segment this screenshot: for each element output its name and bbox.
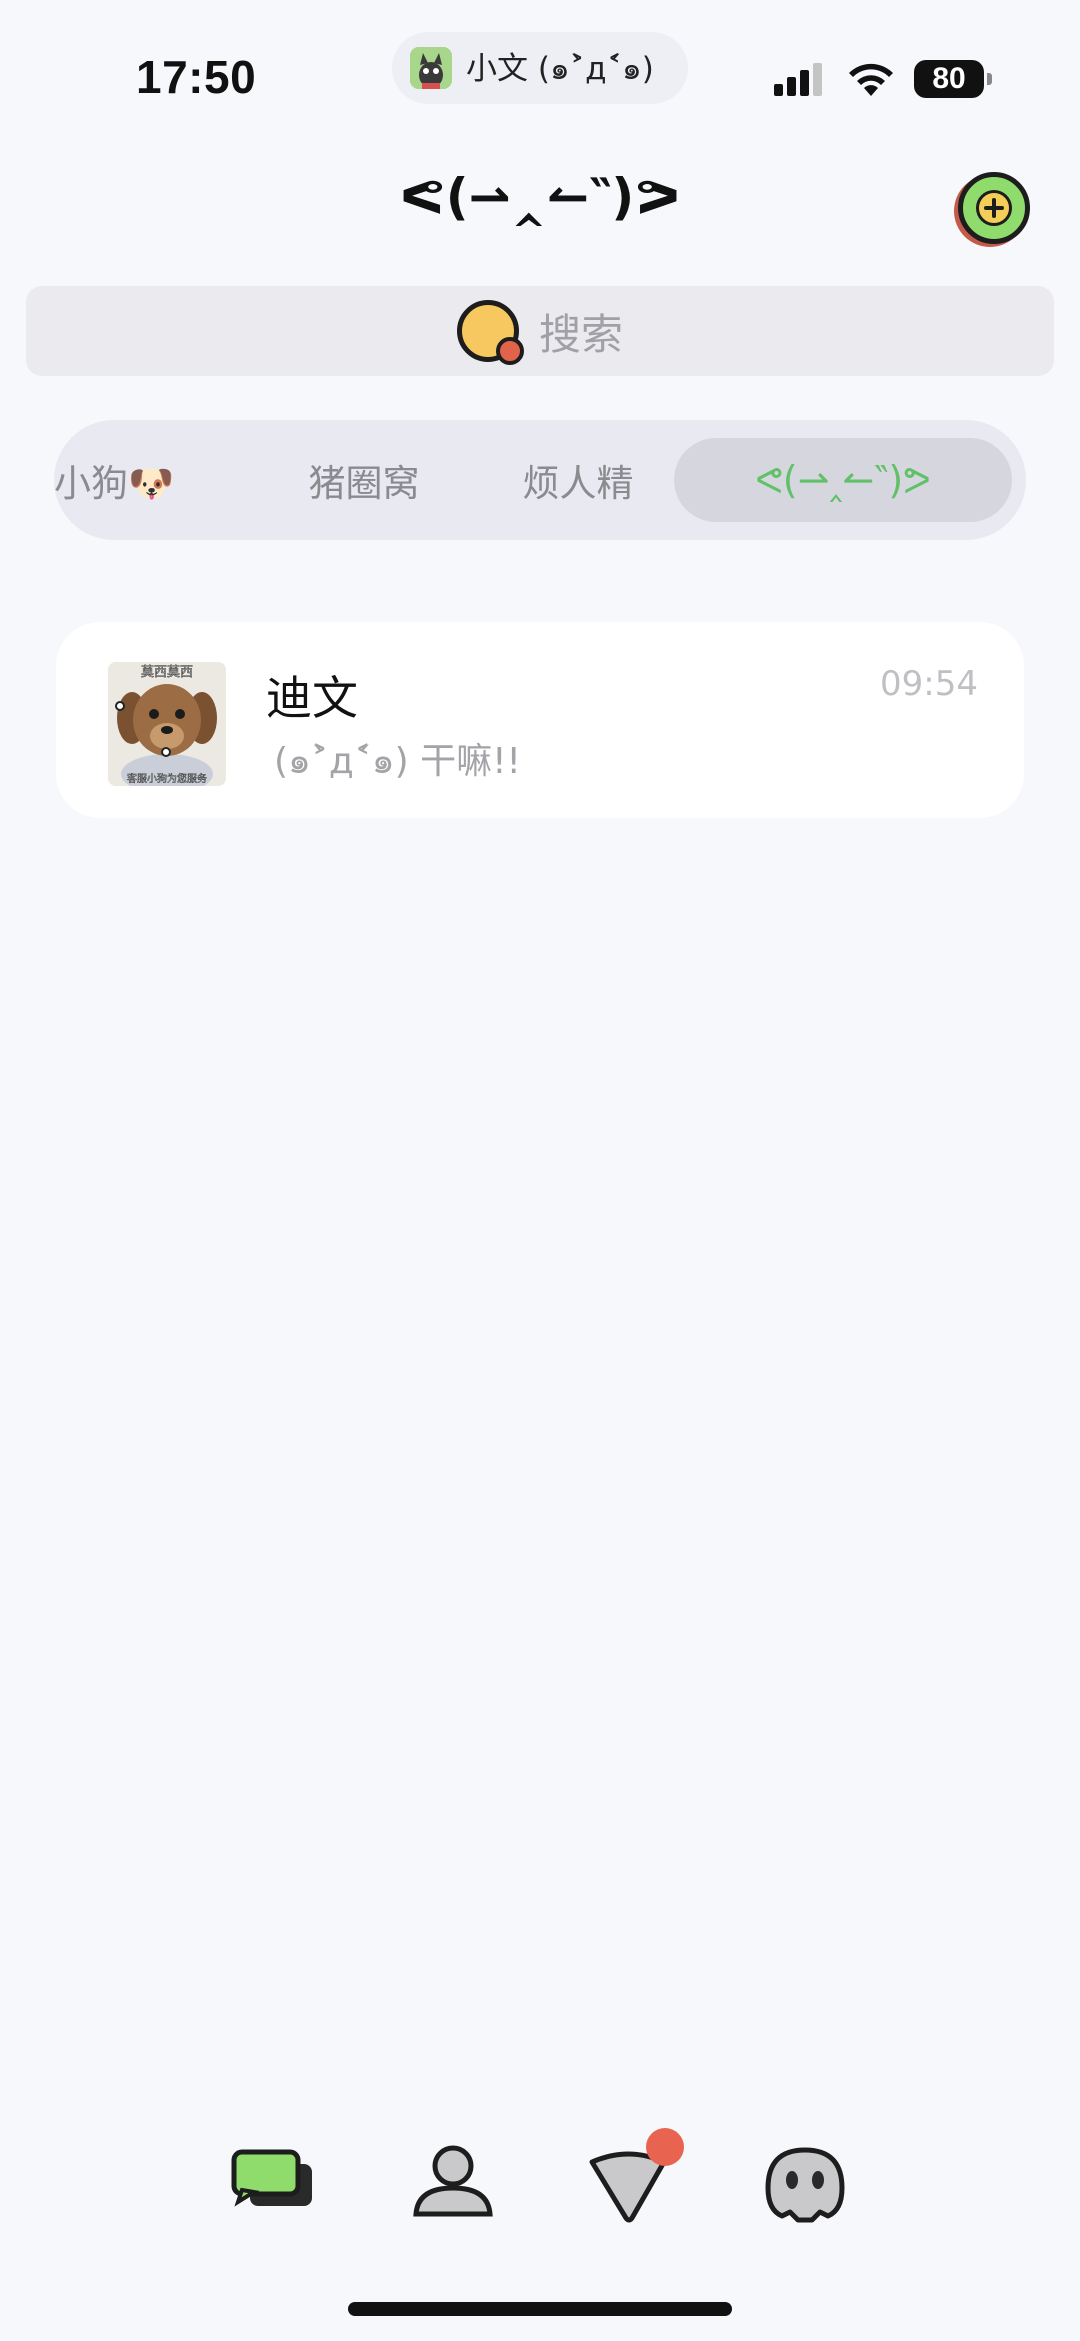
- me-icon: [765, 2147, 845, 2223]
- chat-list-item[interactable]: 莫西莫西 客服小狗为您服务 迪文 (๑˃̀д˂́๑) 干嘛!! 09:54: [56, 622, 1024, 818]
- wifi-icon: [849, 63, 893, 96]
- tab-annoying[interactable]: 烦人精: [478, 420, 678, 540]
- search-placeholder: 搜索: [538, 309, 623, 359]
- chat-preview: (๑˃̀д˂́๑) 干嘛!!: [274, 741, 521, 782]
- battery-indicator: 80: [914, 60, 992, 98]
- home-indicator[interactable]: [348, 2302, 732, 2316]
- page-title: ᕙ(⇀‸↼‶)ᕗ: [399, 168, 681, 226]
- group-tab-bar: 小狗🐶 猪圈窝 烦人精 ᕙ(⇀‸↼‶)ᕗ: [54, 420, 1026, 540]
- notification-badge: [646, 2128, 684, 2166]
- tab-puppy[interactable]: 小狗🐶: [54, 420, 194, 540]
- avatar: 莫西莫西 客服小狗为您服务: [108, 662, 226, 786]
- dynamic-island[interactable]: 小文 (๑˃̀д˂́๑): [392, 32, 688, 104]
- chat-list-screen: 17:50 小文 (๑˃̀д˂́๑) 80 ᕙ(⇀‸↼‶)ᕗ 搜索 小狗🐶 猪圈…: [0, 0, 1080, 2341]
- island-avatar: [410, 47, 452, 89]
- bottom-nav: [0, 2128, 1080, 2260]
- chat-time: 09:54: [880, 664, 978, 704]
- tab-pig-pen[interactable]: 猪圈窝: [264, 420, 464, 540]
- tab-kaomoji-active[interactable]: ᕙ(⇀‸↼‶)ᕗ: [674, 438, 1012, 522]
- chats-icon: [231, 2149, 312, 2207]
- island-label: 小文 (๑˃̀д˂́๑): [466, 51, 654, 87]
- chat-name: 迪文: [266, 671, 358, 725]
- nav-contacts[interactable]: [398, 2130, 508, 2240]
- add-button[interactable]: [958, 172, 1030, 244]
- nav-chats[interactable]: [222, 2130, 332, 2240]
- contacts-icon: [413, 2145, 493, 2217]
- nav-discover[interactable]: [574, 2128, 684, 2240]
- search-bar[interactable]: 搜索: [26, 286, 1054, 376]
- status-bar: 17:50 小文 (๑˃̀д˂́๑) 80: [0, 0, 1080, 120]
- nav-me[interactable]: [750, 2130, 860, 2240]
- status-time: 17:50: [136, 51, 257, 103]
- avatar-caption-top: 莫西莫西: [141, 665, 193, 680]
- cellular-signal-icon: [774, 63, 822, 96]
- avatar-caption-bottom: 客服小狗为您服务: [127, 772, 207, 785]
- search-icon: [456, 300, 524, 365]
- plus-icon: [976, 190, 1012, 226]
